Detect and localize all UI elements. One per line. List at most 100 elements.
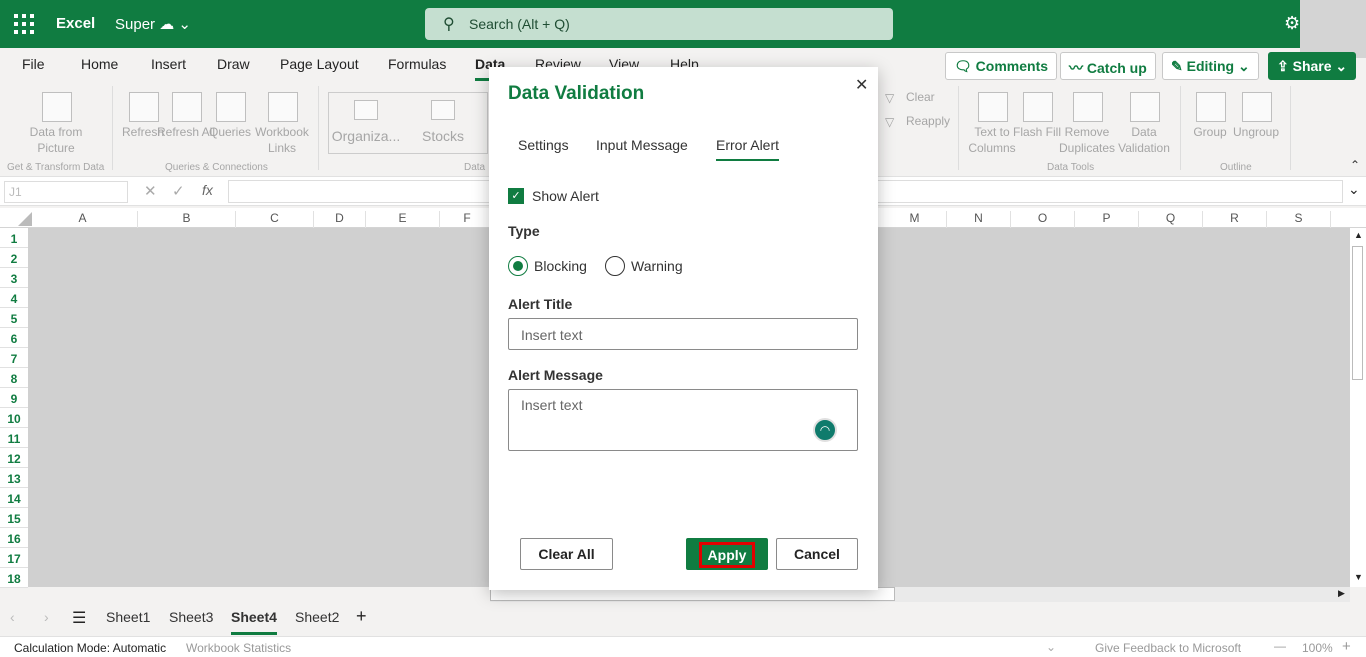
sheet-tab-sheet1[interactable]: Sheet1 [106,609,150,625]
ribbon-separator [958,86,959,170]
scroll-thumb[interactable] [1352,246,1363,380]
ribbon-workbook-links-button[interactable]: Workbook Links [246,124,318,156]
status-bar: Calculation Mode: Automatic Workbook Sta… [0,636,1366,657]
column-header-s[interactable]: S [1267,211,1331,228]
zoom-out-icon[interactable]: — [1274,639,1286,653]
column-header-c[interactable]: C [236,211,314,228]
collapse-ribbon-icon[interactable]: ⌃ [1350,158,1360,172]
dialog-tab-error-alert[interactable]: Error Alert [716,137,780,161]
row-header-17[interactable]: 17 [0,548,28,568]
dialog-tab-input-message[interactable]: Input Message [596,137,688,153]
tab-home[interactable]: Home [81,56,118,72]
feedback-link[interactable]: Give Feedback to Microsoft [1095,641,1241,655]
row-header-16[interactable]: 16 [0,528,28,548]
name-box[interactable]: J1 [4,181,128,203]
editor-assist-icon[interactable]: ◠ [813,418,837,442]
zoom-in-icon[interactable]: + [1342,638,1351,655]
row-header-2[interactable]: 2 [0,248,28,268]
scroll-right-icon[interactable]: ▶ [1338,588,1345,599]
close-icon[interactable]: ✕ [855,75,868,95]
row-header-9[interactable]: 9 [0,388,28,408]
workbook-statistics[interactable]: Workbook Statistics [186,641,291,655]
editing-button[interactable]: ✎ Editing ⌄ [1162,52,1259,80]
row-header-3[interactable]: 3 [0,268,28,288]
column-header-a[interactable]: A [28,211,138,228]
check-icon[interactable]: ✓ [172,182,185,200]
row-header-13[interactable]: 13 [0,468,28,488]
search-box[interactable]: ⚲ Search (Alt + Q) [425,8,893,40]
row-header-18[interactable]: 18 [0,568,28,588]
document-name[interactable]: Super ☁ ⌄ [115,15,191,33]
clear-all-button[interactable]: Clear All [520,538,613,570]
column-header-m[interactable]: M [883,211,947,228]
ribbon-data-validation-button[interactable]: Data Validation [1108,124,1180,156]
column-header-r[interactable]: R [1203,211,1267,228]
share-button[interactable]: ⇪ Share ⌄ [1268,52,1357,80]
sheet-tab-sheet2[interactable]: Sheet2 [295,609,339,625]
ribbon-clear-button[interactable]: Clear [906,89,935,105]
sheet-tab-sheet3[interactable]: Sheet3 [169,609,213,625]
column-header-e[interactable]: E [366,211,440,228]
tab-file[interactable]: File [22,56,45,72]
vertical-scrollbar[interactable]: ▲ ▼ [1350,228,1366,587]
column-header-p[interactable]: P [1075,211,1139,228]
next-sheet-icon[interactable]: › [44,609,49,625]
column-header-n[interactable]: N [947,211,1011,228]
app-launcher-icon[interactable] [14,14,34,34]
alert-title-input[interactable]: Insert text [508,318,858,350]
sheet-tab-sheet4[interactable]: Sheet4 [231,609,277,635]
row-header-5[interactable]: 5 [0,308,28,328]
row-headers: 1 2 3 4 5 6 7 8 9 10 11 12 13 14 15 16 17 18 [0,228,28,588]
column-header-d[interactable]: D [314,211,366,228]
add-sheet-icon[interactable]: + [356,606,367,627]
group-label-outline: Outline [1220,162,1252,173]
column-header-b[interactable]: B [138,211,236,228]
alert-message-placeholder: Insert text [521,397,583,413]
row-header-10[interactable]: 10 [0,408,28,428]
row-header-14[interactable]: 14 [0,488,28,508]
scroll-up-icon[interactable]: ▲ [1354,230,1363,240]
row-header-1[interactable]: 1 [0,228,28,248]
group-label-data-tools: Data Tools [1047,162,1095,173]
tab-insert[interactable]: Insert [151,56,186,72]
column-header-o[interactable]: O [1011,211,1075,228]
all-sheets-menu-icon[interactable]: ☰ [72,608,86,628]
dialog-tab-settings[interactable]: Settings [518,137,569,153]
document-title: Super [115,16,156,33]
expand-formula-icon[interactable]: ⌄ [1348,181,1360,198]
blocking-label: Blocking [534,258,587,274]
gear-icon[interactable]: ⚙ [1284,13,1300,34]
ribbon-queries-icon [216,92,246,122]
tab-page-layout[interactable]: Page Layout [280,56,359,72]
row-header-12[interactable]: 12 [0,448,28,468]
row-header-4[interactable]: 4 [0,288,28,308]
tab-draw[interactable]: Draw [217,56,250,72]
apply-button[interactable]: Apply [686,538,768,570]
prev-sheet-icon[interactable]: ‹ [10,609,15,625]
column-header-f[interactable]: F [440,211,495,228]
blocking-radio[interactable] [508,256,528,276]
share-label: Share [1292,58,1332,74]
catch-up-button[interactable]: 〰 Catch up [1060,52,1156,80]
row-header-15[interactable]: 15 [0,508,28,528]
function-icon[interactable]: fx [202,182,213,198]
ribbon-data-from-picture-button[interactable]: Data from Picture [20,124,92,156]
cancel-button[interactable]: Cancel [776,538,858,570]
row-header-7[interactable]: 7 [0,348,28,368]
comments-button[interactable]: 🗨 Comments [945,52,1058,80]
ribbon-ungroup-button[interactable]: Ungroup [1220,124,1292,140]
cancel-icon[interactable]: ✕ [144,182,157,200]
row-header-8[interactable]: 8 [0,368,28,388]
warning-radio[interactable] [605,256,625,276]
row-header-11[interactable]: 11 [0,428,28,448]
tab-formulas[interactable]: Formulas [388,56,446,72]
scroll-down-icon[interactable]: ▼ [1354,572,1363,582]
ribbon-reapply-button[interactable]: Reapply [906,113,950,129]
show-alert-checkbox[interactable]: ✓ [508,188,524,204]
column-header-q[interactable]: Q [1139,211,1203,228]
group-label-get-transform: Get & Transform Data [7,162,105,173]
chevron-down-icon[interactable]: ⌄ [1046,640,1056,654]
alert-message-textarea[interactable]: Insert text ◠ [508,389,858,451]
ribbon-remove-duplicates-icon [1073,92,1103,122]
row-header-6[interactable]: 6 [0,328,28,348]
